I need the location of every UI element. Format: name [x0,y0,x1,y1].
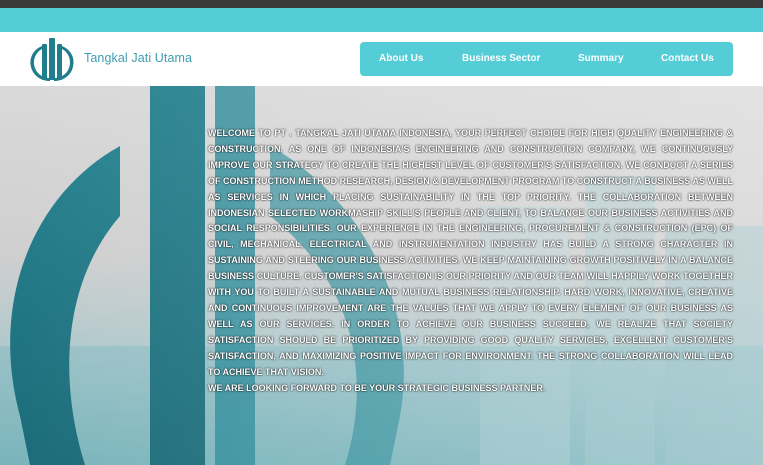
brand-name[interactable]: Tangkal Jati Utama [84,51,192,65]
tangkal-jati-logo-icon[interactable] [28,36,76,82]
hero-closing: WE ARE LOOKING FORWARD TO BE YOUR STRATE… [208,382,546,393]
nav-summary[interactable]: Summary [578,53,624,64]
site-header: Tangkal Jati Utama About Us Business Sec… [0,32,763,86]
main-nav: About Us Business Sector Summary Contact… [360,42,733,76]
top-dark-bar [0,0,763,8]
top-accent-bar [0,8,763,32]
hero-paragraph: WELCOME TO PT . TANGKAL JATI UTAMA INDON… [208,128,733,377]
nav-about-us[interactable]: About Us [379,53,423,64]
nav-business-sector[interactable]: Business Sector [462,53,540,64]
hero-section: WELCOME TO PT . TANGKAL JATI UTAMA INDON… [0,86,763,465]
nav-contact-us[interactable]: Contact Us [661,53,714,64]
hero-welcome-text: WELCOME TO PT . TANGKAL JATI UTAMA INDON… [208,126,733,396]
